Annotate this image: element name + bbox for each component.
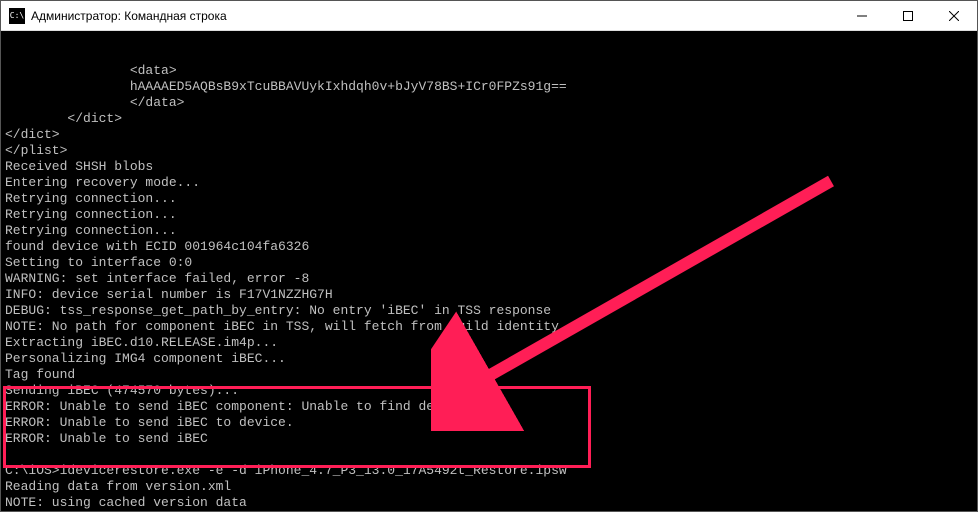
terminal-line: ERROR: Unable to send iBEC	[5, 431, 973, 447]
terminal-line: Reading data from version.xml	[5, 479, 973, 495]
terminal-line: Tag found	[5, 367, 973, 383]
terminal-line: DEBUG: tss_response_get_path_by_entry: N…	[5, 303, 973, 319]
terminal-line: Retrying connection...	[5, 223, 973, 239]
window-controls	[839, 1, 977, 30]
terminal-line: </dict>	[5, 127, 973, 143]
terminal-line: Extracting iBEC.d10.RELEASE.im4p...	[5, 335, 973, 351]
command-prompt-window: C:\ Администратор: Командная строка <dat…	[0, 0, 978, 512]
terminal-line: WARNING: set interface failed, error -8	[5, 271, 973, 287]
terminal-line: ERROR: Unable to send iBEC to device.	[5, 415, 973, 431]
terminal-line: ERROR: Unable to send iBEC component: Un…	[5, 399, 973, 415]
terminal-line: </plist>	[5, 143, 973, 159]
maximize-button[interactable]	[885, 1, 931, 30]
terminal-line: found device with ECID 001964c104fa6326	[5, 239, 973, 255]
terminal-line: INFO: device serial number is F17V1NZZHG…	[5, 287, 973, 303]
terminal-line: Retrying connection...	[5, 191, 973, 207]
terminal-line: </dict>	[5, 111, 973, 127]
terminal-line: </data>	[5, 95, 973, 111]
terminal-line	[5, 447, 973, 463]
close-button[interactable]	[931, 1, 977, 30]
terminal-line: C:\iOS>idevicerestore.exe -e -d iPhone_4…	[5, 463, 973, 479]
window-title: Администратор: Командная строка	[31, 9, 839, 23]
terminal-line: Personalizing IMG4 component iBEC...	[5, 351, 973, 367]
terminal-line: Entering recovery mode...	[5, 175, 973, 191]
terminal-line: Retrying connection...	[5, 207, 973, 223]
app-icon: C:\	[9, 8, 25, 24]
terminal-line: NOTE: No path for component iBEC in TSS,…	[5, 319, 973, 335]
terminal-line: NOTE: using cached version data	[5, 495, 973, 511]
terminal-line: Setting to interface 0:0	[5, 255, 973, 271]
terminal-line: Received SHSH blobs	[5, 159, 973, 175]
terminal-line: <data>	[5, 63, 973, 79]
minimize-button[interactable]	[839, 1, 885, 30]
terminal-line: hAAAAED5AQBsB9xTcuBBAVUykIxhdqh0v+bJyV78…	[5, 79, 973, 95]
terminal-line: Sending iBEC (474570 bytes)...	[5, 383, 973, 399]
terminal-output[interactable]: <data> hAAAAED5AQBsB9xTcuBBAVUykIxhdqh0v…	[1, 31, 977, 511]
titlebar[interactable]: C:\ Администратор: Командная строка	[1, 1, 977, 31]
